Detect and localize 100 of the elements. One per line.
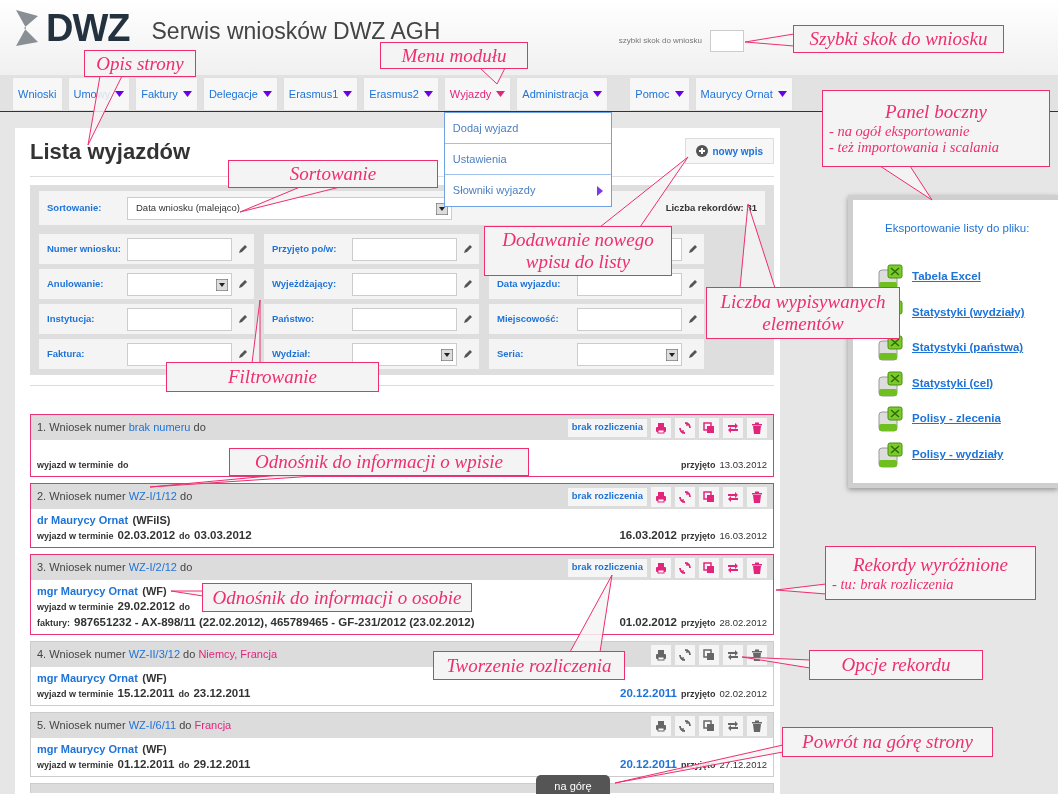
department-text: (WFiIS) (132, 514, 171, 526)
field-label: Miejscowość: (497, 311, 560, 326)
accepted-date: 28.02.2012 (719, 616, 767, 630)
nav-tab[interactable]: Maurycy Ornat (694, 77, 793, 111)
accepted-label: przyjęto (680, 459, 716, 472)
field-label: Instytucja: (47, 311, 96, 326)
new-entry-button[interactable]: nowy wpis (685, 138, 774, 164)
term-label: do (179, 601, 191, 614)
start-date: 29.02.2012 (117, 599, 176, 614)
nav-tab[interactable]: Administracja (516, 77, 609, 111)
export-link[interactable]: Tabela Excel (912, 268, 981, 286)
term-label: do (178, 759, 190, 772)
export-link[interactable]: Statystyki (cel) (912, 374, 994, 393)
callout-title: Liczba wypisywanych elementów (719, 291, 887, 335)
callout-title: Opis strony (95, 52, 185, 75)
settlement-button[interactable]: brak rozliczenia (567, 418, 647, 437)
callout-title: Sortowanie (288, 163, 378, 185)
accepted-label: przyjęto (680, 688, 716, 701)
accepted-date: 13.03.2012 (719, 458, 767, 472)
nav-tab[interactable]: Erasmus2 (363, 77, 439, 111)
record-title: 4. Wniosek numer WZ-II/3/12 do Niemcy, Francja (37, 647, 278, 663)
date-link[interactable]: 20.12.2011 (620, 757, 677, 772)
nav-tab[interactable]: Erasmus1 (282, 77, 359, 111)
end-date: 23.12.2011 (193, 686, 251, 701)
callout-note: - tu: brak rozliczenia (831, 575, 955, 593)
person-link[interactable]: mgr Maurycy Ornat (37, 585, 138, 597)
person-link[interactable]: dr Maurycy Ornat (37, 514, 129, 526)
term-label: wyjazd w terminie (37, 530, 114, 543)
invoices-text: 987651232 - AX-898/11 (22.02.2012), 465789465 - GF-231/2012 (23.02.2012) (74, 615, 475, 630)
settlement-button[interactable]: brak rozliczenia (567, 558, 647, 577)
start-date: 01.12.2011 (117, 757, 175, 772)
callout-title: Rekordy wyróżnione (852, 553, 1009, 576)
field-label: Data wyjazdu: (497, 276, 562, 291)
field-label: szybki skok do wniosku (618, 35, 702, 47)
field-label: Sortowanie: (47, 200, 103, 215)
callout-title: Opcje rekordu (840, 654, 952, 676)
callout-title: Szybki skok do wniosku (808, 28, 989, 50)
nav-tab[interactable]: Delegacje (202, 77, 278, 111)
accepted-label: przyjęto (680, 530, 716, 543)
term-label: wyjazd w terminie (37, 601, 114, 614)
export-link[interactable]: Polisy - zlecenia (912, 410, 1001, 428)
field-label: Numer wniosku: (47, 241, 122, 256)
date-link[interactable]: 20.12.2011 (620, 686, 677, 701)
term-label: do (178, 688, 190, 701)
callout-note: - też importowania i scalania (828, 139, 1000, 157)
site-title: Serwis wniosków DWZ AGH (151, 17, 441, 46)
nav-tab[interactable]: Wnioski (12, 77, 63, 111)
page-title: Lista wyjazdów (30, 138, 191, 166)
term-label: wyjazd w terminie (37, 459, 114, 472)
record-title: 3. Wniosek numer WZ-I/2/12 do (37, 560, 193, 576)
country-link[interactable]: Francja (194, 719, 232, 732)
term-label: wyjazd w terminie (37, 688, 114, 701)
menu-item[interactable]: Dodaj wyjazd (444, 113, 611, 144)
field-label: Wydział: (272, 346, 312, 361)
callout-title: Panel boczny (884, 100, 988, 123)
accepted-date: 02.02.2012 (719, 687, 767, 701)
accepted-date: 16.03.2012 (719, 529, 767, 543)
record-link[interactable]: WZ-I/2/12 (128, 561, 177, 574)
callout-title: Filtrowanie (227, 366, 318, 388)
record-link[interactable]: WZ-I/1/12 (128, 490, 177, 503)
country-link[interactable]: Niemcy, Francja (198, 648, 278, 661)
callout-title: Dodawanie nowego wpisu do listy (501, 229, 655, 273)
department-text: (WF) (142, 743, 167, 755)
export-link[interactable]: Polisy - wydziały (912, 445, 1004, 464)
field-label: Wyjeżdżający: (272, 276, 338, 291)
record-title: 1. Wniosek numer brak numeru do (37, 420, 206, 436)
term-label: do (117, 459, 129, 472)
field-label: Seria: (497, 346, 525, 361)
field-label: Faktura: (47, 346, 86, 361)
settlement-button[interactable]: brak rozliczenia (567, 487, 647, 506)
callout-title: Powrót na górę strony (801, 731, 974, 753)
callout-note: - na ogół eksportowanie (828, 122, 971, 140)
start-date: 15.12.2011 (117, 686, 175, 701)
date-text: 01.02.2012 (619, 615, 677, 630)
record-link[interactable]: WZ-I/6/11 (128, 719, 177, 732)
accepted-date: 27.12.2012 (719, 758, 767, 772)
logo-text: DWZ (46, 9, 130, 47)
callout-title: Tworzenie rozliczenia (445, 654, 613, 677)
person-link[interactable]: mgr Maurycy Ornat (37, 743, 138, 755)
department-text: (WF) (142, 672, 167, 684)
field-label: Państwo: (272, 311, 316, 326)
person-link[interactable]: mgr Maurycy Ornat (37, 672, 138, 684)
sort-select[interactable]: Data wniosku (malejąco) (127, 196, 452, 220)
export-link[interactable]: Statystyki (państwa) (912, 339, 1024, 357)
accepted-label: przyjęto (680, 617, 716, 630)
field-label: Anulowanie: (47, 276, 105, 291)
end-date: 03.03.2012 (194, 528, 252, 543)
department-text: (WF) (142, 585, 167, 597)
record-link[interactable]: brak numeru (128, 421, 191, 434)
callout-title: Menu modułu (400, 44, 508, 67)
nav-tab[interactable]: Faktury (135, 77, 198, 111)
record-link[interactable]: WZ-II/3/12 (128, 648, 181, 661)
back-to-top-button[interactable]: na górę (536, 775, 610, 794)
field-label: Przyjęto po/w: (272, 241, 338, 256)
callout-title: Odnośnik do informacji o wpisie (253, 451, 505, 473)
term-label: wyjazd w terminie (37, 759, 114, 772)
export-link[interactable]: Statystyki (wydziały) (912, 303, 1025, 322)
nav-tab[interactable]: Pomoc (629, 77, 690, 111)
date-text: 16.03.2012 (619, 528, 677, 543)
record-title: 5. Wniosek numer WZ-I/6/11 do Francja (37, 718, 232, 734)
